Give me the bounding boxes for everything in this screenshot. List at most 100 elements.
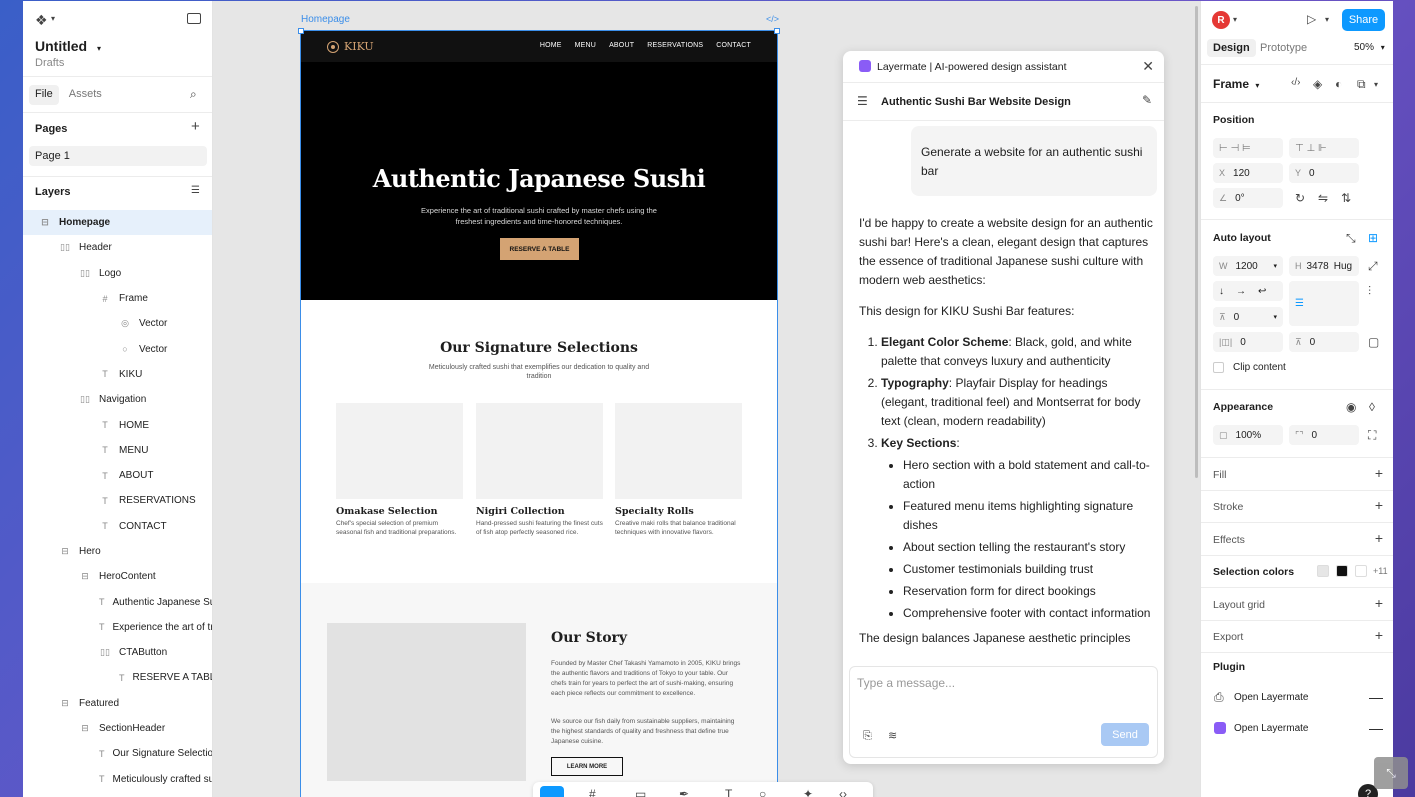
padding-vertical-field[interactable]: ⊼ 0 [1289,332,1359,352]
direction-group[interactable]: ↓ → ↩ [1213,281,1283,301]
dev-mode-icon[interactable]: ‹› [839,788,847,797]
site-logo[interactable]: KIKU [327,40,374,53]
chevron-down-icon[interactable]: ▾ [1233,16,1237,24]
chevron-down-icon[interactable]: ▾ [51,15,55,23]
width-field[interactable]: W 1200 ▾ [1213,256,1283,276]
file-title[interactable]: Untitled ▾ [35,38,101,54]
menu-card[interactable]: Omakase Selection Chef's special selecti… [336,403,463,537]
resize-handle[interactable] [774,28,780,34]
layer-item[interactable]: T RESERVE A TABLE [23,665,212,690]
chevron-down-icon[interactable]: ▾ [1374,81,1378,89]
mask-icon[interactable]: ⧉ [1357,78,1366,90]
plugin-item[interactable]: Open Layermate [1234,723,1309,734]
layer-item[interactable]: ▯▯ CTAButton [23,640,212,665]
layer-item[interactable]: ⊟ Homepage [23,210,212,236]
pen-tool-icon[interactable]: ✒ [679,788,689,797]
hero-section[interactable]: Authentic Japanese Sushi Experience the … [301,62,777,300]
alignment-grid[interactable]: ☰ [1289,281,1359,326]
canvas-scrollbar[interactable] [1195,6,1198,478]
remove-plugin-icon[interactable]: — [1369,690,1383,704]
layer-item[interactable]: ○ Vector [23,336,212,361]
reserve-table-button[interactable]: RESERVE A TABLE [500,238,579,260]
canvas[interactable]: Homepage </> KIKU HOME MENU ABOUT RESERV… [213,1,1200,797]
menu-card[interactable]: Nigiri Collection Hand-pressed sushi fea… [476,403,603,537]
height-field[interactable]: H 3478 Hug [1289,256,1359,276]
layers-icon[interactable]: ≋ [888,731,897,742]
corner-radius-field[interactable]: ⌜⌝ 0 [1289,425,1359,445]
present-play-icon[interactable]: ▷ [1307,13,1316,25]
rotation-field[interactable]: ∠ 0° [1213,188,1283,208]
nav-contact[interactable]: CONTACT [716,42,751,49]
add-page-icon[interactable]: + [191,119,200,134]
layer-item[interactable]: T KIKU [23,362,212,387]
color-swatch[interactable] [1336,565,1348,577]
frame-type-dropdown[interactable]: Frame ▾ [1213,77,1259,91]
layer-item[interactable]: T RESERVATIONS [23,488,212,513]
flip-horizontal-icon[interactable]: ⇋ [1318,192,1328,204]
plugin-item[interactable]: Open Layermate [1234,692,1309,703]
add-layout-grid-icon[interactable]: + [1375,595,1383,611]
add-fill-icon[interactable]: + [1375,465,1383,481]
independent-corners-icon[interactable]: ⛶ [1368,429,1376,441]
nav-menu[interactable]: MENU [575,42,596,49]
layer-item[interactable]: # Frame [23,286,212,311]
tab-design[interactable]: Design [1207,39,1256,57]
code-icon[interactable]: ‹/› [1291,78,1300,88]
contrast-icon[interactable]: ◐ [1335,78,1342,90]
rotate-icon[interactable]: ↻ [1295,192,1305,204]
new-chat-icon[interactable]: ✎ [1142,94,1152,106]
toggle-sidebar-icon[interactable] [187,13,201,24]
text-tool-icon[interactable]: T [725,788,732,797]
x-field[interactable]: X 120 [1213,163,1283,183]
layer-item[interactable]: ◎ Vector [23,311,212,336]
nav-home[interactable]: HOME [540,42,562,49]
auto-layout-settings-icon[interactable]: ⊞ [1368,232,1378,244]
code-icon[interactable]: </> [766,14,779,24]
frame-tool-icon[interactable]: # [589,788,596,797]
site-header[interactable]: KIKU HOME MENU ABOUT RESERVATIONS CONTAC… [301,31,777,62]
layer-item[interactable]: T Authentic Japanese Sushi [23,589,212,614]
menu-card[interactable]: Specialty Rolls Creative maki rolls that… [615,403,742,537]
layer-item[interactable]: ▯▯ Logo [23,261,212,286]
chevron-down-icon[interactable]: ▾ [1325,16,1329,24]
layer-item[interactable]: ⊟ Featured [23,691,212,716]
close-icon[interactable]: ✕ [1142,59,1154,73]
collapse-layers-icon[interactable]: ☰ [191,186,200,196]
layer-item[interactable]: T Experience the art of traditional sushi [23,615,212,640]
hamburger-menu-icon[interactable]: ☰ [857,95,868,107]
layer-item[interactable]: ⊟ Hero [23,539,212,564]
nav-about[interactable]: ABOUT [609,42,634,49]
search-icon[interactable]: ⌕ [190,88,197,100]
color-swatch[interactable] [1317,565,1329,577]
tab-prototype[interactable]: Prototype [1260,42,1307,54]
figma-menu-icon[interactable]: ❖ [35,13,48,27]
color-swatch[interactable] [1355,565,1367,577]
tab-assets[interactable]: Assets [63,85,108,105]
comment-tool-icon[interactable]: ○ [759,788,766,797]
align-horizontal-group[interactable]: ⊢ ⊣ ⊨ [1213,138,1283,158]
blend-icon[interactable]: ◊ [1369,401,1375,413]
layer-item[interactable]: T CONTACT [23,514,212,539]
learn-more-button[interactable]: LEARN MORE [551,757,623,776]
remove-plugin-icon[interactable]: — [1369,721,1383,735]
attach-file-icon[interactable]: ⎘ [863,731,872,742]
padding-options-icon[interactable]: ▢ [1368,336,1379,348]
layer-item[interactable]: T Meticulously crafted sushi [23,767,212,792]
homepage-frame[interactable]: KIKU HOME MENU ABOUT RESERVATIONS CONTAC… [300,30,778,797]
message-input[interactable]: Type a message... ⎘ ≋ Send [849,666,1158,758]
zoom-level[interactable]: 50% ▾ [1354,42,1385,53]
flip-vertical-icon[interactable]: ⇅ [1341,192,1351,204]
featured-section[interactable]: Our Signature Selections Meticulously cr… [301,300,777,583]
clip-content-checkbox[interactable] [1213,362,1224,373]
gap-field[interactable]: ⊼ 0 ▾ [1213,307,1283,327]
eye-icon[interactable]: ◉ [1346,401,1356,413]
add-effect-icon[interactable]: + [1375,530,1383,546]
tab-file[interactable]: File [29,85,59,105]
resize-icon[interactable]: ⤢ [1368,260,1378,272]
layer-item[interactable]: T Our Signature Selections [23,741,212,766]
minimize-icon[interactable]: ⤡ [1374,757,1408,789]
padding-horizontal-field[interactable]: |◫| 0 [1213,332,1283,352]
story-section[interactable]: Our Story Founded by Master Chef Takashi… [301,583,777,797]
actions-tool-icon[interactable]: ✦ [803,788,813,797]
layer-item[interactable]: T HOME [23,412,212,437]
